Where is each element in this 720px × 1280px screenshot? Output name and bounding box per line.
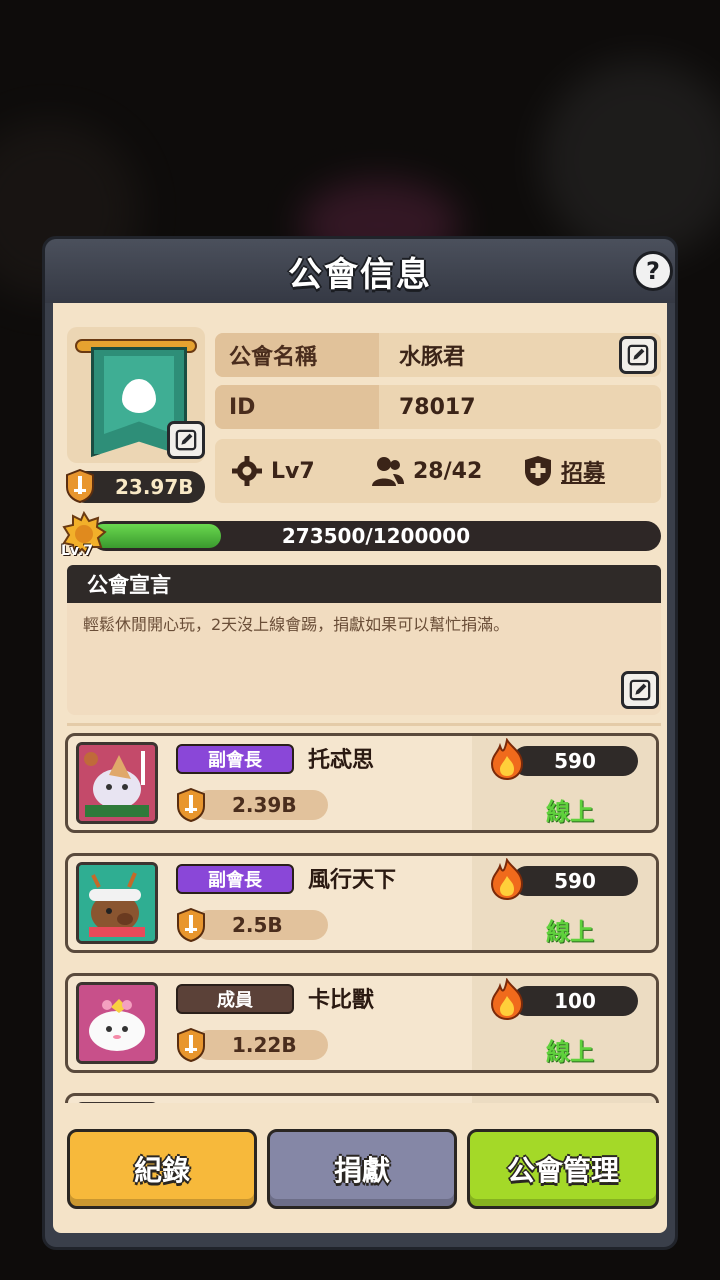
member-card[interactable] [65,1093,659,1103]
online-status: 線上 [546,918,594,946]
guild-name-row: 公會名稱 水豚君 [215,333,661,377]
reindeer-capybara-avatar-icon[interactable] [76,862,158,944]
sword-shield-icon [176,908,206,942]
role-badge: 成員 [176,984,294,1014]
pencil-icon [175,429,197,451]
pencil-icon [627,344,649,366]
role-badge: 副會長 [176,864,294,894]
declaration-text: 輕鬆休閒開心玩，2天沒上線會踢，捐獻如果可以幫忙捐滿。 [83,615,510,634]
member-status-area [472,1096,656,1103]
edit-declaration-button[interactable] [621,671,659,709]
guild-name: 水豚君 [399,345,466,370]
flame-emblem-icon [122,379,156,414]
sword-shield-icon [65,469,95,503]
list-bottom-edge [63,1103,663,1113]
declaration-title: 公會宣言 [67,565,661,603]
member-power: 2.5B [194,910,328,940]
white-cat-avatar-icon[interactable] [76,982,158,1064]
online-status: 線上 [546,798,594,826]
fire-icon [490,738,524,780]
christmas-cake-avatar-icon[interactable] [76,742,158,824]
guild-emblem [67,327,205,463]
level-badge-text: Lv.7 [61,543,93,559]
help-button[interactable]: ? [633,251,673,291]
member-card[interactable]: 成員 卡比獸 1.22B 100 線上 [65,973,659,1073]
gear-icon [232,456,262,486]
guild-level-value: Lv7 [271,458,315,484]
guild-id-row: ID 78017 [215,385,661,429]
guild-name-label: 公會名稱 [215,333,379,377]
member-card[interactable]: 副會長 風行天下 2.5B 590 線上 [65,853,659,953]
sword-shield-icon [176,1028,206,1062]
guild-exp-text: 273500/1200000 [281,524,471,548]
panel-body: 23.97B 公會名稱 水豚君 ID 78017 Lv7 28/42 招募 27… [53,303,667,1233]
donate-button[interactable]: 捐獻 [267,1129,457,1209]
online-status: 線上 [546,1038,594,1066]
panel-header: 公會信息 ? [45,239,675,303]
shield-plus-icon [525,456,551,486]
pencil-icon [629,679,651,701]
guild-id-label: ID [215,385,379,429]
members-icon [372,457,404,486]
declaration-box: 輕鬆休閒開心玩，2天沒上線會踢，捐獻如果可以幫忙捐滿。 [67,603,661,715]
fire-icon [490,858,524,900]
guild-info-panel: 公會信息 ? 23.97B 公會名稱 水豚君 ID 78017 Lv7 28/4… [42,236,678,1250]
member-name: 風行天下 [308,868,397,893]
record-button[interactable]: 紀錄 [67,1129,257,1209]
guild-exp-bar: 273500/1200000 [91,521,661,551]
member-power: 2.39B [194,790,328,820]
edit-name-button[interactable] [619,336,657,374]
member-list[interactable]: 副會長 托忒思 2.39B 590 線上 副會長 風行天下 2.5B 590 線… [63,731,663,1103]
member-card[interactable]: 副會長 托忒思 2.39B 590 線上 [65,733,659,833]
activity-points: 100 [512,986,638,1016]
guild-stats-row: Lv7 28/42 招募 [215,439,661,503]
member-name: 卡比獸 [308,988,375,1013]
guild-manage-button[interactable]: 公會管理 [467,1129,659,1209]
divider [67,723,661,726]
fire-icon [490,978,524,1020]
member-power: 1.22B [194,1030,328,1060]
background-shape [540,60,720,260]
activity-points: 590 [512,746,638,776]
edit-emblem-button[interactable] [167,421,205,459]
role-badge: 副會長 [176,744,294,774]
member-name: 托忒思 [308,748,375,773]
sword-shield-icon [176,788,206,822]
page-title: 公會信息 [288,254,432,295]
guild-power-value: 23.97B [115,475,194,499]
guild-level: Lv7 [231,439,315,503]
guild-members: 28/42 [371,439,482,503]
question-icon: ? [646,257,660,285]
guild-members-value: 28/42 [413,458,483,484]
guild-id: 78017 [399,394,476,420]
recruit-button[interactable]: 招募 [523,439,605,503]
activity-points: 590 [512,866,638,896]
recruit-label: 招募 [561,461,606,486]
